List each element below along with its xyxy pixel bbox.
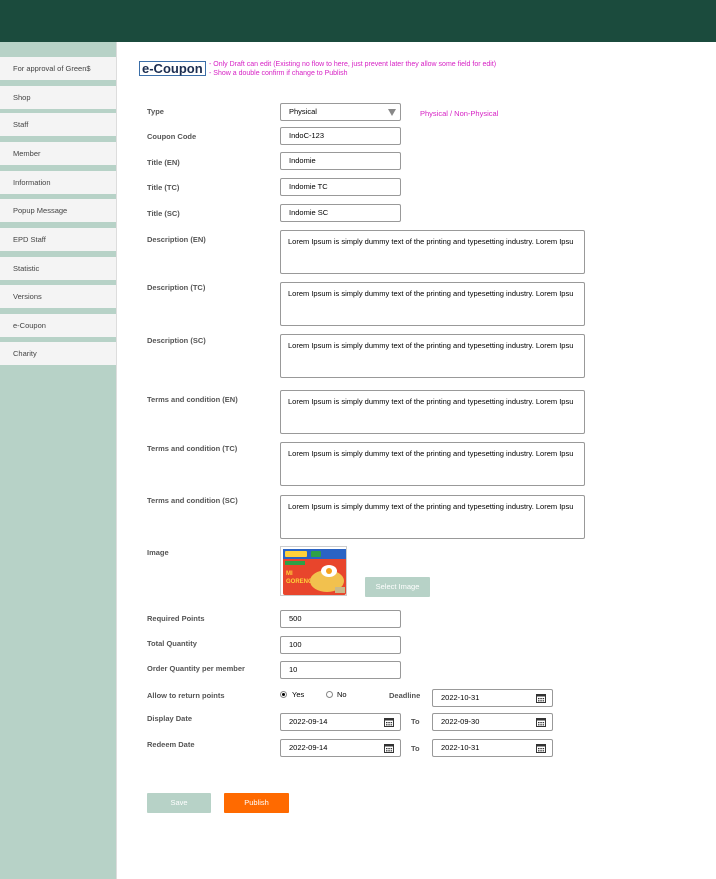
terms-tc-label: Terms and condition (TC) <box>147 444 238 453</box>
allow-return-no-radio[interactable] <box>326 691 333 698</box>
chevron-down-icon <box>388 109 396 116</box>
desc-sc-label: Description (SC) <box>147 336 206 345</box>
display-date-from-value: 2022-09-14 <box>289 717 328 726</box>
display-date-from-input[interactable]: 2022-09-14 <box>280 713 401 731</box>
order-qty-label: Order Quantity per member <box>147 664 245 673</box>
top-bar <box>0 0 716 42</box>
redeem-date-to-label: To <box>411 744 420 753</box>
redeem-date-to-input[interactable]: 2022-10-31 <box>432 739 553 757</box>
allow-return-yes-radio[interactable] <box>280 691 287 698</box>
title-sc-input[interactable]: Indomie SC <box>280 204 401 222</box>
desc-tc-label: Description (TC) <box>147 283 206 292</box>
noodle-pack-image: MI GORENG <box>283 549 346 595</box>
title-en-input[interactable]: Indomie <box>280 152 401 170</box>
coupon-image-thumbnail: MI GORENG <box>280 546 347 596</box>
calendar-icon[interactable] <box>384 743 394 753</box>
total-quantity-label: Total Quantity <box>147 639 197 648</box>
allow-return-yes-label: Yes <box>292 690 305 699</box>
order-qty-input[interactable]: 10 <box>280 661 401 679</box>
save-button[interactable]: Save <box>147 793 211 813</box>
coupon-code-label: Coupon Code <box>147 132 197 141</box>
calendar-icon[interactable] <box>384 717 394 727</box>
desc-sc-textarea[interactable]: Lorem Ipsum is simply dummy text of the … <box>280 334 585 378</box>
note-draft-edit: - Only Draft can edit (Existing no flow … <box>209 61 497 68</box>
type-select-value: Physical <box>289 107 317 116</box>
terms-tc-textarea[interactable]: Lorem Ipsum is simply dummy text of the … <box>280 442 585 486</box>
terms-en-label: Terms and condition (EN) <box>147 395 238 404</box>
allow-return-no-label: No <box>337 690 347 699</box>
title-tc-label: Title (TC) <box>147 183 180 192</box>
desc-en-textarea[interactable]: Lorem Ipsum is simply dummy text of the … <box>280 230 585 274</box>
deadline-date-input[interactable]: 2022-10-31 <box>432 689 553 707</box>
deadline-label: Deadline <box>389 691 421 700</box>
sidebar-item-charity[interactable]: Charity <box>0 342 116 365</box>
sidebar: For approval of Green$ Shop Staff Member… <box>0 42 116 879</box>
coupon-code-input[interactable]: IndoC-123 <box>280 127 401 145</box>
sidebar-item-approval[interactable]: For approval of Green$ <box>0 57 116 80</box>
allow-return-label: Allow to return points <box>147 691 225 700</box>
display-date-to-input[interactable]: 2022-09-30 <box>432 713 553 731</box>
total-quantity-input[interactable]: 100 <box>280 636 401 654</box>
svg-text:MI: MI <box>286 571 293 577</box>
terms-sc-label: Terms and condition (SC) <box>147 496 238 505</box>
type-label: Type <box>147 107 164 116</box>
image-label: Image <box>147 548 169 557</box>
publish-button[interactable]: Publish <box>224 793 289 813</box>
sidebar-item-e-coupon[interactable]: e-Coupon <box>0 314 116 337</box>
type-hint: Physical / Non-Physical <box>420 109 499 118</box>
sidebar-item-staff[interactable]: Staff <box>0 113 116 136</box>
terms-sc-textarea[interactable]: Lorem Ipsum is simply dummy text of the … <box>280 495 585 539</box>
display-date-to-label: To <box>411 717 420 726</box>
sidebar-item-statistic[interactable]: Statistic <box>0 257 116 280</box>
calendar-icon[interactable] <box>536 717 546 727</box>
title-tc-input[interactable]: Indomie TC <box>280 178 401 196</box>
select-image-button[interactable]: Select Image <box>365 577 430 597</box>
redeem-date-to-value: 2022-10-31 <box>441 743 480 752</box>
sidebar-item-information[interactable]: Information <box>0 171 116 194</box>
sidebar-item-epd-staff[interactable]: EPD Staff <box>0 228 116 251</box>
sidebar-item-shop[interactable]: Shop <box>0 86 116 109</box>
title-en-label: Title (EN) <box>147 158 180 167</box>
redeem-date-from-value: 2022-09-14 <box>289 743 328 752</box>
calendar-icon[interactable] <box>536 693 546 703</box>
calendar-icon[interactable] <box>536 743 546 753</box>
display-date-label: Display Date <box>147 714 193 723</box>
svg-text:GORENG: GORENG <box>286 579 313 585</box>
redeem-date-label: Redeem Date <box>147 740 195 749</box>
terms-en-textarea[interactable]: Lorem Ipsum is simply dummy text of the … <box>280 390 585 434</box>
sidebar-item-popup-message[interactable]: Popup Message <box>0 199 116 222</box>
page-title: e-Coupon <box>139 61 206 76</box>
sidebar-item-versions[interactable]: Versions <box>0 285 116 308</box>
redeem-date-from-input[interactable]: 2022-09-14 <box>280 739 401 757</box>
note-publish-confirm: - Show a double confirm if change to Pub… <box>209 70 348 77</box>
required-points-input[interactable]: 500 <box>280 610 401 628</box>
desc-en-label: Description (EN) <box>147 235 206 244</box>
display-date-to-value: 2022-09-30 <box>441 717 480 726</box>
type-select[interactable]: Physical <box>280 103 401 121</box>
sidebar-item-member[interactable]: Member <box>0 142 116 165</box>
title-sc-label: Title (SC) <box>147 209 180 218</box>
required-points-label: Required Points <box>147 614 205 623</box>
deadline-date-value: 2022-10-31 <box>441 693 480 702</box>
desc-tc-textarea[interactable]: Lorem Ipsum is simply dummy text of the … <box>280 282 585 326</box>
